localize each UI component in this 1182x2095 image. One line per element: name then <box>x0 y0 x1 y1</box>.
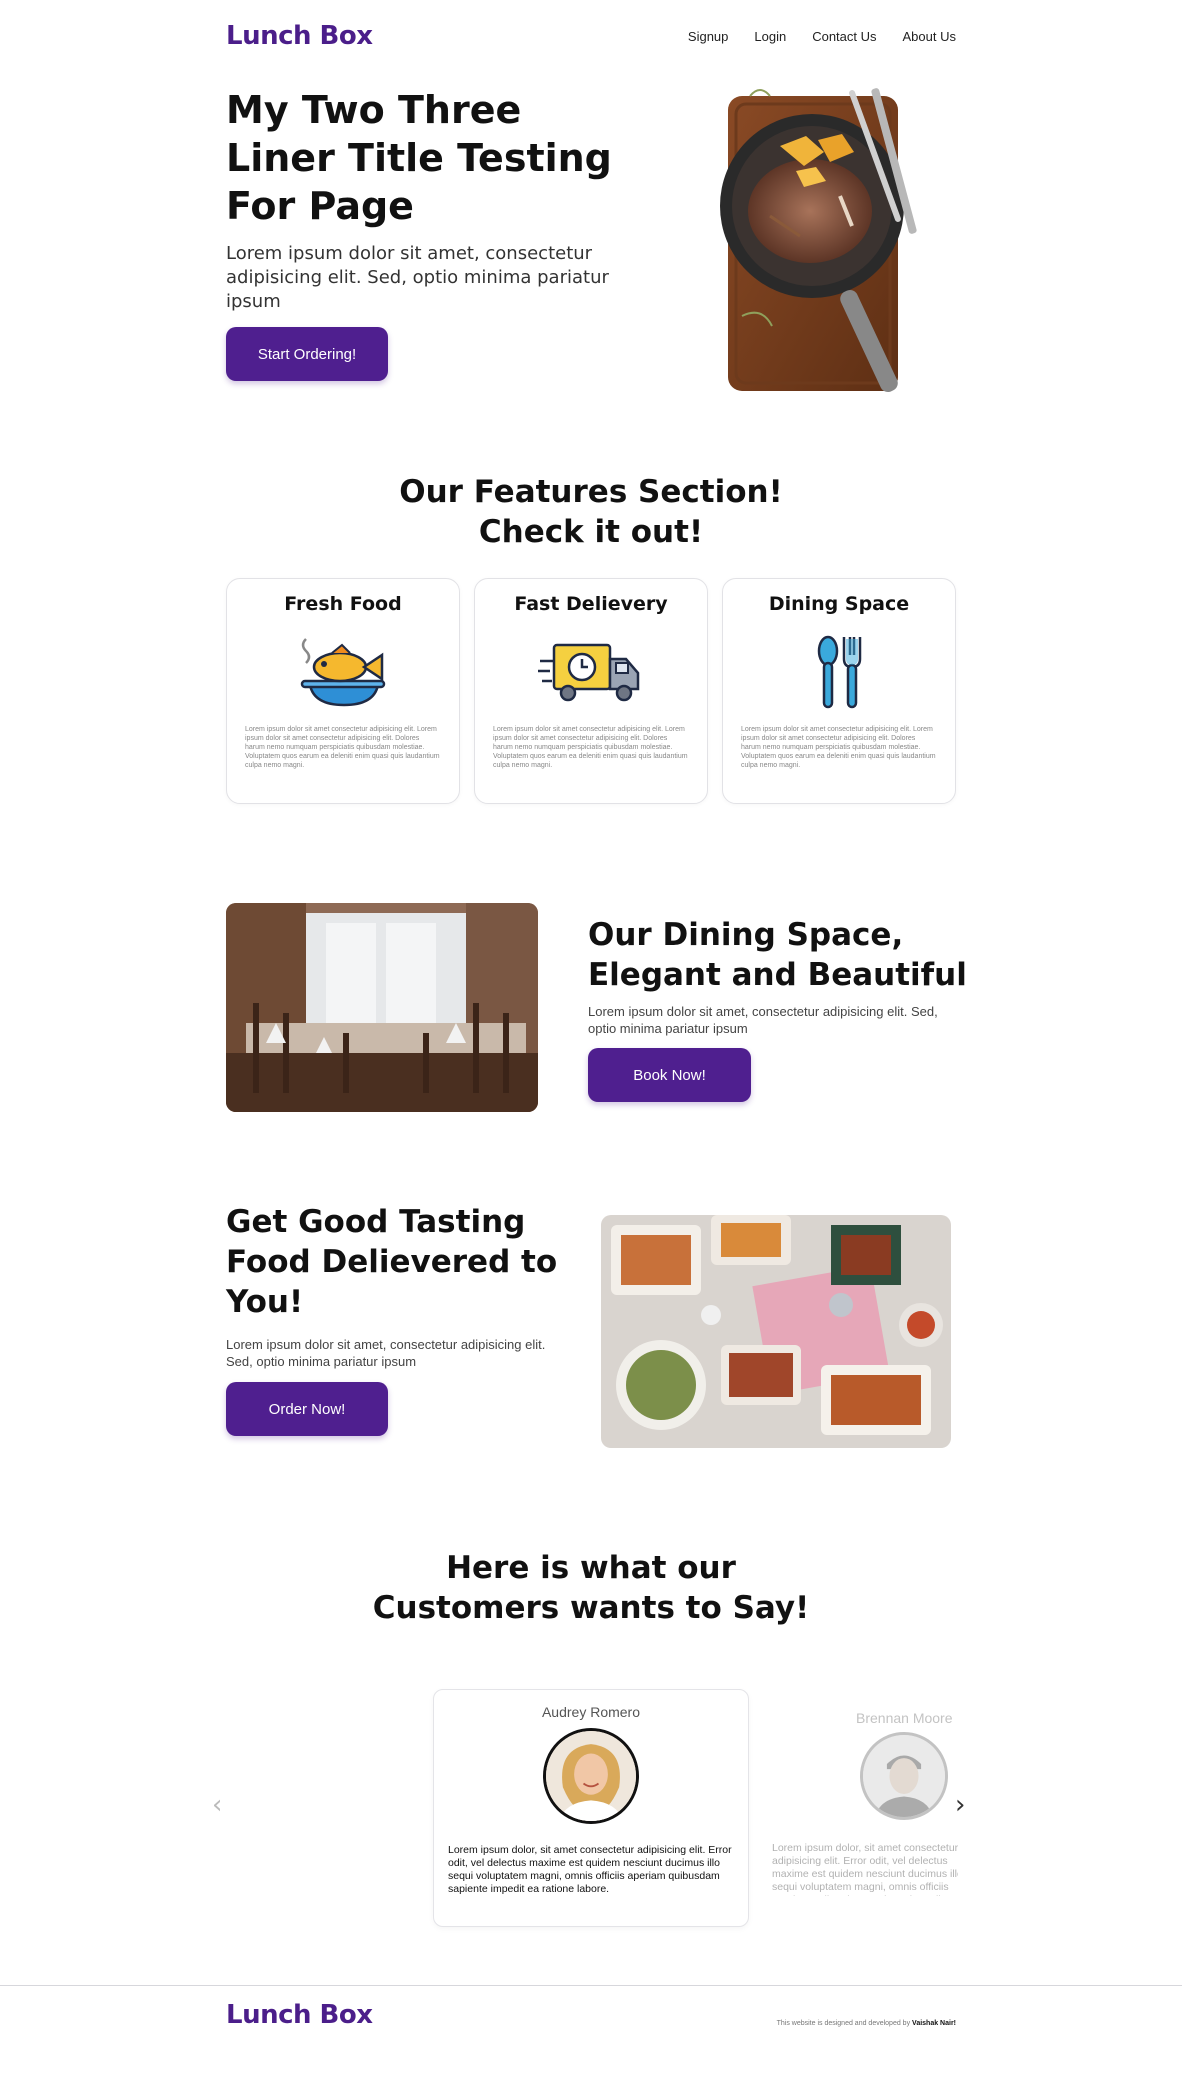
food-spread-image <box>601 1215 951 1448</box>
delivery-truck-icon <box>538 643 640 702</box>
feature-card-text: Lorem ipsum dolor sit amet consectetur a… <box>245 726 440 769</box>
dining-room-image <box>226 903 538 1112</box>
chevron-left-icon[interactable]: ‹ <box>212 1790 222 1820</box>
testimonials-title: Here is what our Customers wants to Say! <box>0 1548 1182 1628</box>
top-nav: Lunch Box Signup Login Contact Us About … <box>226 18 956 54</box>
features-cards: Fresh Food Lorem ipsum dolor sit amet co… <box>226 578 956 804</box>
testimonial-card: Audrey Romero Lorem ipsum dolor, sit ame… <box>433 1689 749 1927</box>
start-ordering-button[interactable]: Start Ordering! <box>226 327 388 381</box>
order-now-button[interactable]: Order Now! <box>226 1382 388 1436</box>
feature-card-text: Lorem ipsum dolor sit amet consectetur a… <box>493 726 688 769</box>
avatar <box>543 1728 639 1824</box>
delivery-title: Get Good Tasting Food Delievered to You! <box>226 1204 558 1320</box>
avatar <box>860 1732 948 1820</box>
feature-card-fast-delivery: Fast Delievery Lorem ipsum dolor sit ame… <box>474 578 708 804</box>
nav-login[interactable]: Login <box>754 29 786 44</box>
book-now-button[interactable]: Book Now! <box>588 1048 751 1102</box>
nav-contact[interactable]: Contact Us <box>812 29 876 44</box>
feature-card-title: Fast Delievery <box>514 593 668 615</box>
testimonial-text: Lorem ipsum dolor, sit amet consectetur … <box>772 1842 958 1896</box>
footer-credit-prefix: This website is designed and developed b… <box>776 2020 911 2027</box>
brand-logo[interactable]: Lunch Box <box>226 21 373 51</box>
footer-credit: This website is designed and developed b… <box>777 2020 956 2027</box>
feature-card-fresh-food: Fresh Food Lorem ipsum dolor sit amet co… <box>226 578 460 804</box>
delivery-text: Lorem ipsum dolor sit amet, consectetur … <box>226 1337 546 1369</box>
testimonial-name: Audrey Romero <box>541 1704 641 1720</box>
testimonial-text: Lorem ipsum dolor, sit amet consectetur … <box>448 1844 732 1895</box>
footer-logo[interactable]: Lunch Box <box>226 2000 373 2030</box>
hero-steak-pan-image <box>720 88 917 393</box>
features-title-line1: Our Features Section! <box>399 474 783 510</box>
testimonials-title-line1: Here is what our <box>446 1550 736 1586</box>
features-title-line2: Check it out! <box>478 514 704 550</box>
dining-title: Our Dining Space, Elegant and Beautiful <box>588 917 967 993</box>
feature-card-text: Lorem ipsum dolor sit amet consectetur a… <box>741 726 936 769</box>
dining-text: Lorem ipsum dolor sit amet, consectetur … <box>588 1004 938 1036</box>
hero-title: My Two Three Liner Title Testing For Pag… <box>226 88 612 228</box>
nav-links: Signup Login Contact Us About Us <box>688 29 956 44</box>
fish-bowl-icon <box>300 638 386 707</box>
nav-signup[interactable]: Signup <box>688 29 728 44</box>
feature-card-title: Dining Space <box>768 593 910 615</box>
footer-divider <box>0 1985 1182 1986</box>
hero-text: Lorem ipsum dolor sit amet, consectetur … <box>226 243 609 312</box>
feature-card-title: Fresh Food <box>284 593 402 615</box>
features-title: Our Features Section! Check it out! <box>0 472 1182 552</box>
testimonials-title-line2: Customers wants to Say! <box>372 1590 810 1626</box>
testimonial-card: Brennan Moore Lorem ipsum dolor, sit ame… <box>770 1696 958 1896</box>
spoon-fork-icon <box>817 635 862 709</box>
chevron-right-icon[interactable]: › <box>955 1790 965 1820</box>
testimonial-name: Brennan Moore <box>856 1710 953 1726</box>
nav-about[interactable]: About Us <box>903 29 956 44</box>
footer-credit-author: Vaishak Nair! <box>912 2020 956 2027</box>
feature-card-dining-space: Dining Space Lorem ipsum dolor sit amet … <box>722 578 956 804</box>
